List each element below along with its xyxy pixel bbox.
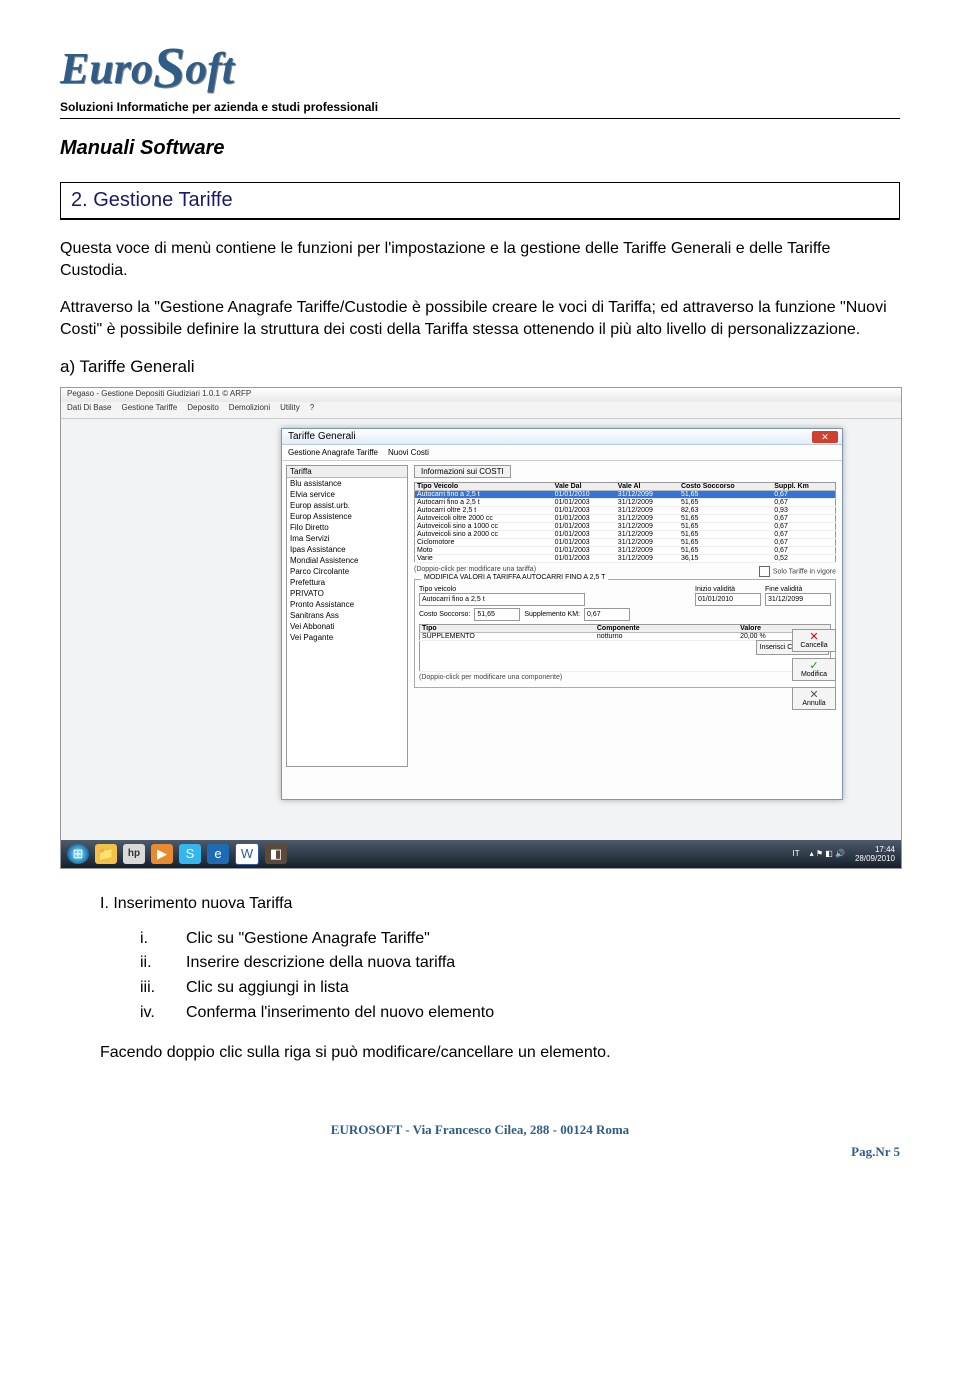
- tariffa-listbox[interactable]: Tariffa Blu assistance Elvia service Eur…: [286, 465, 408, 767]
- list-item[interactable]: Prefettura: [287, 577, 407, 588]
- start-button-icon[interactable]: ⊞: [67, 844, 89, 864]
- input-inizio-validita[interactable]: 01/01/2010: [695, 593, 761, 606]
- input-supplemento-km[interactable]: 0,67: [584, 608, 630, 621]
- list-item[interactable]: Europ Assistence: [287, 511, 407, 522]
- app-icon[interactable]: ◧: [265, 844, 287, 864]
- intro-paragraph-2: Attraverso la "Gestione Anagrafe Tariffe…: [60, 297, 900, 340]
- menu-item[interactable]: Utility: [280, 403, 300, 417]
- dialog-tabs: Gestione Anagrafe Tariffe Nuovi Costi: [282, 445, 842, 461]
- input-costo-soccorso[interactable]: 51,65: [474, 608, 520, 621]
- list-item[interactable]: Ipas Assistance: [287, 544, 407, 555]
- intro-paragraph-1: Questa voce di menù contiene le funzioni…: [60, 238, 900, 281]
- menu-item[interactable]: Gestione Tariffe: [121, 403, 177, 417]
- substeps-list: i.Clic su "Gestione Anagrafe Tariffe" ii…: [140, 927, 900, 1026]
- table-row[interactable]: Varie01/01/200331/12/200936,150,52: [415, 554, 836, 562]
- list-item[interactable]: Pronto Assistance: [287, 599, 407, 610]
- tab-gestione-anagrafe[interactable]: Gestione Anagrafe Tariffe: [288, 448, 378, 457]
- subhead-a: a) Tariffe Generali: [60, 357, 900, 377]
- label-tipo-veicolo: Tipo veicolo: [419, 586, 691, 593]
- table-row[interactable]: Autocarri fino a 2,5 t01/01/201031/12/20…: [415, 490, 836, 498]
- col-costo-soccorso: Costo Soccorso: [679, 482, 772, 490]
- list-item[interactable]: Vei Pagante: [287, 632, 407, 643]
- footer-address: EUROSOFT - Via Francesco Cilea, 288 - 00…: [60, 1122, 900, 1138]
- logo: EuroSoft: [60, 42, 900, 94]
- table-row[interactable]: Autocarri oltre 2,5 t01/01/200331/12/200…: [415, 506, 836, 514]
- section-heading-box: 2. Gestione Tariffe: [60, 182, 900, 220]
- cost-table[interactable]: Tipo Veicolo Vale Dal Vale Al Costo Socc…: [414, 482, 836, 563]
- page-number: Pag.Nr 5: [60, 1144, 900, 1160]
- col-tipo-veicolo: Tipo Veicolo: [415, 482, 553, 490]
- explorer-icon[interactable]: 📁: [95, 844, 117, 864]
- step-heading-I: I. Inserimento nuova Tariffa: [100, 895, 900, 913]
- hint-doubleclick-componente: (Doppio-click per modificare una compone…: [419, 674, 562, 681]
- input-tipo-veicolo[interactable]: Autocarri fino a 2,5 t: [419, 593, 585, 606]
- label-solo-vigore: Solo Tariffe in vigore: [773, 568, 836, 575]
- list-item[interactable]: Parco Circolante: [287, 566, 407, 577]
- label-fine-validita: Fine validità: [765, 586, 831, 593]
- language-indicator[interactable]: IT: [792, 849, 799, 858]
- cancel-icon: ✕: [793, 690, 835, 700]
- tagline: Soluzioni Informatiche per azienda e stu…: [60, 100, 900, 119]
- word-icon[interactable]: W: [235, 843, 259, 865]
- skype-icon[interactable]: S: [179, 844, 201, 864]
- input-fine-validita[interactable]: 31/12/2099: [765, 593, 831, 606]
- taskbar: ⊞ 📁 hp ▶ S e W ◧ IT ▴ ⚑ ◧ 🔊 17:4428/09/2…: [61, 840, 901, 868]
- col-vale-al: Vale Al: [616, 482, 679, 490]
- table-row[interactable]: Autoveicoli oltre 2000 cc01/01/200331/12…: [415, 514, 836, 522]
- closing-note: Facendo doppio clic sulla riga si può mo…: [100, 1044, 900, 1062]
- list-item[interactable]: Elvia service: [287, 489, 407, 500]
- info-costi-button[interactable]: Informazioni sui COSTI: [414, 465, 511, 478]
- label-inizio-validita: Inizio validità: [695, 586, 761, 593]
- list-item[interactable]: PRIVATO: [287, 588, 407, 599]
- annulla-button[interactable]: ✕Annulla: [792, 687, 836, 710]
- menu-item[interactable]: Demolizioni: [229, 403, 270, 417]
- label-costo-soccorso: Costo Soccorso:: [419, 611, 470, 618]
- screenshot-window: Pegaso - Gestione Depositi Giudiziari 1.…: [60, 387, 902, 869]
- ie-icon[interactable]: e: [207, 844, 229, 864]
- menu-item[interactable]: Dati Di Base: [67, 403, 111, 417]
- close-icon[interactable]: ✕: [812, 431, 838, 443]
- checkbox-solo-vigore[interactable]: [759, 566, 770, 577]
- list-item[interactable]: Ima Servizi: [287, 533, 407, 544]
- modifica-button[interactable]: ✓Modifica: [792, 658, 836, 681]
- section-heading: 2. Gestione Tariffe: [71, 189, 233, 211]
- list-item[interactable]: Sanitrans Ass: [287, 610, 407, 621]
- list-item[interactable]: Filo Diretto: [287, 522, 407, 533]
- menu-item[interactable]: Deposito: [187, 403, 219, 417]
- taskbar-clock[interactable]: 17:4428/09/2010: [855, 845, 895, 863]
- delete-icon: ✕: [793, 632, 835, 642]
- table-row[interactable]: Ciclomotore01/01/200331/12/200951,650,67: [415, 538, 836, 546]
- modifica-valori-group: MODIFICA VALORI A TARIFFA AUTOCARRI FINO…: [414, 579, 836, 688]
- table-row[interactable]: Autoveicoli sino a 1000 cc01/01/200331/1…: [415, 522, 836, 530]
- table-row[interactable]: Autoveicoli sino a 2000 cc01/01/200331/1…: [415, 530, 836, 538]
- list-item[interactable]: Vei Abbonati: [287, 621, 407, 632]
- dialog-titlebar: Tariffe Generali ✕: [282, 429, 842, 445]
- media-icon[interactable]: ▶: [151, 844, 173, 864]
- list-item[interactable]: Blu assistance: [287, 478, 407, 489]
- dialog-tariffe-generali: Tariffe Generali ✕ Gestione Anagrafe Tar…: [281, 428, 843, 800]
- table-row[interactable]: Autocarri fino a 2,5 t01/01/200331/12/20…: [415, 498, 836, 506]
- menu-item[interactable]: ?: [310, 403, 314, 417]
- manual-title: Manuali Software: [60, 137, 900, 160]
- group-legend: MODIFICA VALORI A TARIFFA AUTOCARRI FINO…: [421, 574, 608, 581]
- table-row[interactable]: Moto01/01/200331/12/200951,650,67: [415, 546, 836, 554]
- app-menubar: Dati Di Base Gestione Tariffe Deposito D…: [61, 402, 901, 419]
- label-supplemento-km: Supplemento KM:: [524, 611, 580, 618]
- col-suppl-km: Suppl. Km: [772, 482, 835, 490]
- tab-nuovi-costi[interactable]: Nuovi Costi: [388, 448, 429, 457]
- tray-flag-icon[interactable]: ▴ ⚑ ◧ 🔊: [810, 849, 845, 858]
- col-vale-dal: Vale Dal: [553, 482, 616, 490]
- check-icon: ✓: [793, 661, 835, 671]
- tariffa-list-header: Tariffa: [287, 466, 407, 478]
- list-item[interactable]: Mondial Assistence: [287, 555, 407, 566]
- cancella-button[interactable]: ✕Cancella: [792, 629, 836, 652]
- list-item[interactable]: Europ assist.urb.: [287, 500, 407, 511]
- hp-icon[interactable]: hp: [123, 844, 145, 864]
